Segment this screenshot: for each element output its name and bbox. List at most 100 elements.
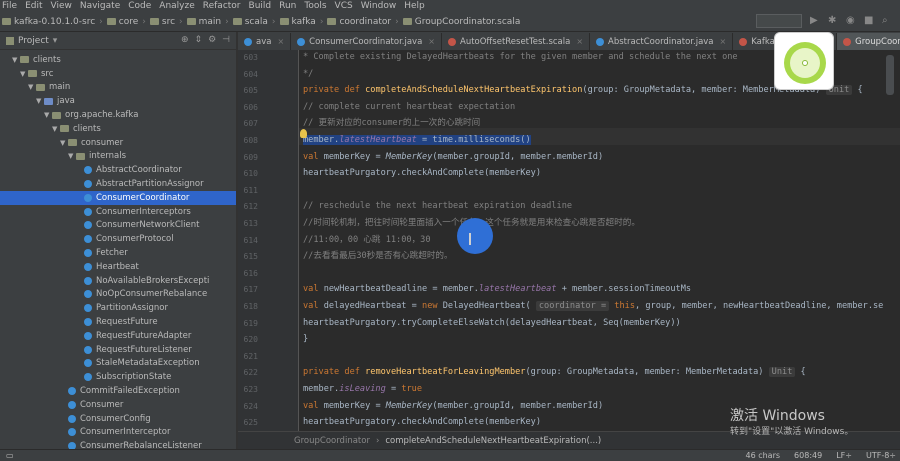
tree-item[interactable]: ▼ org.apache.kafka [0,108,236,122]
tree-item[interactable]: ConsumerInterceptor [0,426,236,440]
menu-item[interactable]: Help [404,1,425,11]
tree-item[interactable]: ▼ src [0,67,236,81]
nav-breadcrumb[interactable]: core [106,17,138,27]
tree-item-label: internals [89,151,127,162]
close-icon[interactable]: × [428,37,435,46]
tree-item[interactable]: CommitFailedException [0,384,236,398]
menu-item[interactable]: VCS [335,1,353,11]
tree-item[interactable]: SubscriptionState [0,370,236,384]
tree-item[interactable]: StaleMetadataException [0,357,236,371]
menu-item[interactable]: Run [279,1,296,11]
tree-item[interactable]: AbstractPartitionAssignor [0,177,236,191]
run-config-combo[interactable] [756,14,802,28]
editor-scrollbar[interactable] [886,55,894,95]
tree-item[interactable]: RequestFutureAdapter [0,329,236,343]
editor-tab[interactable]: ava × [238,33,292,50]
menu-item[interactable]: Refactor [203,1,241,11]
coverage-icon[interactable]: ◉ [846,16,856,26]
scala-file-icon [739,37,748,46]
status-left-icon[interactable]: ▭ [6,451,14,460]
menu-item[interactable]: File [2,1,17,11]
class-icon [68,428,76,437]
expand-arrow-icon[interactable]: ▼ [52,125,60,133]
collapse-icon[interactable]: ⇕ [195,35,203,45]
expand-arrow-icon[interactable]: ▼ [60,139,68,147]
code-token: DelayedHeartbeat( [442,301,536,311]
tree-item[interactable]: PartitionAssignor [0,301,236,315]
menu-item[interactable]: Edit [25,1,42,11]
line-number: 624 [243,401,258,411]
tree-item[interactable]: ConsumerCoordinator [0,191,236,205]
editor-tab[interactable]: AbstractCoordinator.java × [590,33,734,50]
code-editor[interactable]: * Complete existing DelayedHeartbeats fo… [299,50,900,431]
project-title[interactable]: Project [18,36,49,46]
expand-arrow-icon[interactable]: ▼ [68,152,76,160]
code-line: // reschedule the next heartbeat expirat… [303,198,572,214]
expand-arrow-icon[interactable]: ▼ [36,97,44,105]
search-icon[interactable]: ⌕ [882,16,892,26]
add-icon[interactable]: ⊕ [181,35,189,45]
editor-tab[interactable]: ConsumerCoordinator.java × [291,33,442,50]
nav-breadcrumb[interactable]: GroupCoordinator.scala [402,17,520,27]
line-number: 619 [243,318,258,328]
menu-item[interactable]: Build [249,1,272,11]
status-line-separator[interactable]: LF÷ [836,451,852,460]
nav-breadcrumb[interactable]: kafka-0.10.1.0-src [2,17,95,27]
lightbulb-icon[interactable] [300,129,307,138]
nav-breadcrumb[interactable]: src [149,17,175,27]
menu-item[interactable]: Code [128,1,151,11]
tree-item[interactable]: Fetcher [0,246,236,260]
stop-icon[interactable]: ■ [864,16,874,26]
status-encoding[interactable]: UTF-8÷ [866,451,896,460]
class-icon [84,193,92,202]
expand-arrow-icon[interactable]: ▼ [12,56,20,64]
tree-item[interactable]: ▼ consumer [0,136,236,150]
expand-arrow-icon[interactable]: ▼ [20,70,28,78]
folder-icon [327,18,337,25]
tree-item[interactable]: ConsumerProtocol [0,232,236,246]
menu-item[interactable]: Navigate [80,1,120,11]
close-icon[interactable]: × [277,37,284,46]
tree-item[interactable]: ▼ clients [0,53,236,67]
close-icon[interactable]: × [576,37,583,46]
nav-breadcrumb[interactable]: main [186,17,221,27]
breadcrumb-method[interactable]: completeAndScheduleNextHeartbeatExpirati… [385,436,601,446]
source-folder-icon [44,97,53,105]
debug-icon[interactable]: ✱ [828,16,838,26]
tree-item[interactable]: ▼ java [0,94,236,108]
line-number: 621 [243,351,258,361]
tree-item[interactable]: ConsumerConfig [0,412,236,426]
tree-item[interactable]: RequestFutureListener [0,343,236,357]
close-icon[interactable]: × [720,37,727,46]
expand-arrow-icon[interactable]: ▼ [28,83,36,91]
tree-item[interactable]: NoOpConsumerRebalance [0,288,236,302]
editor-tab[interactable]: GroupCoordinator.scala× [837,33,900,50]
tree-item[interactable]: ▼ clients [0,122,236,136]
tree-item[interactable]: Consumer [0,398,236,412]
hide-icon[interactable]: ⊣ [222,35,230,45]
tree-item[interactable]: ▼ main [0,81,236,95]
nav-breadcrumb[interactable]: coordinator [327,17,391,27]
dropdown-icon[interactable]: ▾ [53,36,58,46]
run-icon[interactable]: ▶ [810,16,820,26]
menu-item[interactable]: View [51,1,72,11]
expand-arrow-icon[interactable]: ▼ [44,111,52,119]
nav-breadcrumb[interactable]: scala [232,17,268,27]
status-position[interactable]: 608:49 [794,451,822,460]
tree-item[interactable]: RequestFuture [0,315,236,329]
tree-item[interactable]: AbstractCoordinator [0,163,236,177]
tree-item-label: java [57,96,75,107]
gear-icon[interactable]: ⚙ [208,35,216,45]
class-icon [84,290,92,299]
tree-item[interactable]: ▼ internals [0,150,236,164]
breadcrumb-class[interactable]: GroupCoordinator [294,436,370,446]
nav-breadcrumb[interactable]: kafka [279,17,316,27]
menu-item[interactable]: Tools [304,1,326,11]
tree-item[interactable]: ConsumerNetworkClient [0,219,236,233]
tree-item[interactable]: ConsumerInterceptors [0,205,236,219]
editor-tab[interactable]: AutoOffsetResetTest.scala × [442,33,591,50]
tree-item[interactable]: Heartbeat [0,260,236,274]
menu-item[interactable]: Analyze [159,1,194,11]
menu-item[interactable]: Window [361,1,397,11]
tree-item[interactable]: NoAvailableBrokersExcepti [0,274,236,288]
